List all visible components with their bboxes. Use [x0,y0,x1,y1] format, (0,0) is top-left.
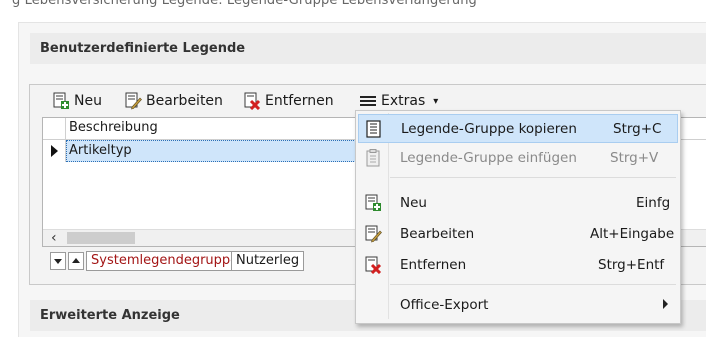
scrollbar-thumb[interactable] [67,232,135,244]
menu-item-shortcut: Einfg [636,195,671,211]
menu-item-label: Neu [400,195,427,211]
move-up-button[interactable] [68,252,84,270]
hamburger-icon [359,92,377,110]
menu-item-label: Entfernen [400,257,467,273]
remove-icon [364,256,382,275]
menu-item-office-export[interactable]: Office-Export [358,291,678,320]
menu-item-remove[interactable]: Entfernen Strg+Entf [358,251,678,280]
move-down-button[interactable] [50,252,66,270]
menu-item-shortcut: Alt+Eingabe [590,226,675,242]
menu-item-shortcut: Strg+Entf [598,257,665,273]
paste-icon [364,149,382,167]
edit-icon [364,225,382,243]
menu-item-paste-legend-group[interactable]: Legende-Gruppe einfügen Strg+V [358,144,678,173]
triangle-up-icon [72,258,80,263]
menu-separator [390,284,676,285]
extras-dropdown-menu: Legende-Gruppe kopieren Strg+C Legende-G… [355,110,681,324]
cell-value: Artikeltyp [69,143,132,158]
table-cell[interactable]: Artikeltyp [66,140,368,162]
menu-item-shortcut: Strg+V [610,150,659,166]
menu-item-label: Legende-Gruppe einfügen [400,150,577,166]
tab-user-legend-group[interactable]: Nutzerleg [231,251,305,271]
current-row-indicator-icon [51,145,58,157]
menu-item-edit[interactable]: Bearbeiten Alt+Eingabe [358,220,678,249]
dropdown-arrow-icon: ▾ [433,95,439,107]
extras-label: Extras [381,93,426,109]
edit-icon [124,92,142,110]
remove-button[interactable]: Entfernen [243,88,334,114]
triangle-down-icon [54,259,62,264]
new-button[interactable]: Neu [52,88,102,114]
remove-icon [243,92,261,111]
top-clipped-strip: g Lebensversicherung Legende: Legende-Gr… [0,0,706,22]
menu-item-label: Bearbeiten [400,226,475,242]
menu-item-copy-legend-group[interactable]: Legende-Gruppe kopieren Strg+C [358,114,678,143]
row-selector-header [43,118,66,139]
section-title: Benutzerdefinierte Legende [40,41,246,56]
new-button-label: Neu [74,93,102,109]
submenu-arrow-icon [663,299,668,309]
row-selector[interactable] [43,140,66,162]
section-title: Erweiterte Anzeige [40,308,180,323]
top-strip-text: g Lebensversicherung Legende: Legende-Gr… [12,0,477,8]
column-header-description[interactable]: Beschreibung [69,120,158,135]
menu-separator [390,177,676,178]
menu-item-label: Legende-Gruppe kopieren [401,121,577,137]
copy-icon [365,120,383,138]
tab-system-legend-group[interactable]: Systemlegendegruppe [86,251,244,271]
new-icon [364,194,382,212]
new-icon [52,92,70,110]
scroll-left-icon[interactable]: ‹ [51,230,57,246]
remove-button-label: Entfernen [265,93,334,109]
menu-item-new[interactable]: Neu Einfg [358,189,678,218]
menu-item-shortcut: Strg+C [613,121,662,137]
menu-item-label: Office-Export [400,297,489,313]
edit-button-label: Bearbeiten [146,93,223,109]
section-header-custom-legend: Benutzerdefinierte Legende [30,33,706,64]
edit-button[interactable]: Bearbeiten [124,88,223,114]
